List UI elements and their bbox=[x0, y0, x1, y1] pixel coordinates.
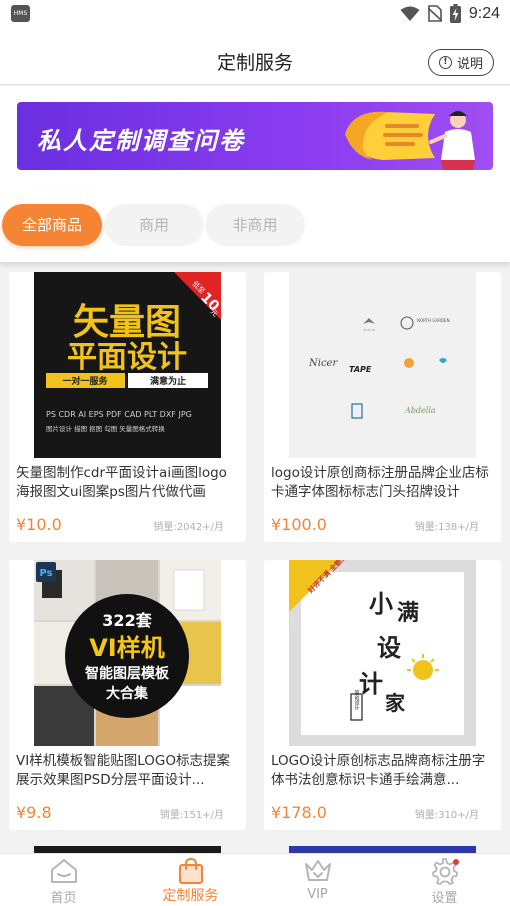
sample-logo-north: NORTH GARDEN bbox=[417, 318, 450, 323]
seal-stamp: 原创设计 bbox=[354, 690, 360, 711]
product-card[interactable]: ~~~ NORTH GARDEN Nicer TAPE Abdella logo… bbox=[264, 272, 501, 542]
tab-vip-label: VIP bbox=[307, 887, 328, 902]
help-button[interactable]: ! 说明 bbox=[428, 49, 494, 76]
product-image: 好评不满 全额退款 小 满 设 计 家 原创设计 bbox=[289, 560, 476, 746]
bottom-tab-bar: 首页 定制服务 VIP 设置 bbox=[0, 853, 510, 906]
vi-mockup-thumb: Ps 322套 VI样机 智能图层模板 大合集 bbox=[34, 560, 221, 746]
thumb-line1: 322套 bbox=[102, 611, 152, 630]
settings-gear-icon bbox=[431, 858, 459, 885]
banner-section: 私人定制调查问卷 bbox=[0, 86, 510, 186]
thumb-services: 图片设计 描图 抠图 勾图 矢量图格式转换 bbox=[46, 424, 165, 433]
exclamation-circle-icon: ! bbox=[438, 56, 452, 69]
vector-design-thumb: 低至 10 元 矢量图 平面设计 一对一服务 满意为止 PS CDR AI EP… bbox=[34, 272, 221, 458]
product-sales: 销量:151+/月 bbox=[159, 810, 224, 821]
calligraphy-char: 家 bbox=[385, 691, 406, 715]
tab-home[interactable]: 首页 bbox=[0, 854, 127, 906]
product-image: 低至 10 元 矢量图 平面设计 一对一服务 满意为止 PS CDR AI EP… bbox=[34, 272, 221, 458]
product-title: LOGO设计原创标志品牌商标注册字体书法创意标识卡通手绘满意... bbox=[271, 753, 486, 788]
tab-vip[interactable]: VIP bbox=[254, 854, 381, 906]
calligraphy-char: 设 bbox=[377, 633, 401, 662]
product-price: ¥178.0 bbox=[271, 803, 327, 822]
product-price: ¥100.0 bbox=[271, 515, 327, 534]
tab-settings-label: 设置 bbox=[431, 891, 458, 906]
calligraphy-char: 满 bbox=[397, 600, 419, 626]
product-card[interactable]: 好评不满 全额退款 小 满 设 计 家 原创设计 LOGO设计原创标志品牌商标注… bbox=[264, 560, 501, 830]
product-image: ~~~ NORTH GARDEN Nicer TAPE Abdella bbox=[289, 272, 476, 458]
product-card[interactable]: Ps 322套 VI样机 智能图层模板 大合集 VI样机模板智能贴图LOGO标志… bbox=[9, 560, 246, 830]
sample-logo-tape: TAPE bbox=[349, 365, 372, 374]
survey-scroll-illustration bbox=[345, 111, 475, 170]
product-price: ¥10.0 bbox=[16, 515, 62, 534]
shopping-bag-icon bbox=[178, 858, 203, 884]
title-bar: 定制服务 ! 说明 bbox=[0, 30, 510, 85]
tab-settings[interactable]: 设置 bbox=[381, 854, 508, 906]
tab-custom-service[interactable]: 定制服务 bbox=[127, 854, 254, 906]
wifi-icon bbox=[400, 6, 420, 21]
svg-text:~~~: ~~~ bbox=[363, 328, 376, 334]
battery-charging-icon bbox=[449, 4, 461, 23]
product-price: ¥9.8 bbox=[16, 803, 52, 822]
filter-bar: 全部商品 商用 非商用 bbox=[0, 186, 510, 262]
no-sim-icon bbox=[427, 5, 442, 22]
calligraphy-logo-thumb: 好评不满 全额退款 小 满 设 计 家 原创设计 bbox=[289, 560, 476, 746]
banner-title: 私人定制调查问卷 bbox=[37, 127, 245, 155]
filter-commercial[interactable]: 商用 bbox=[104, 204, 204, 246]
tab-home-label: 首页 bbox=[50, 891, 77, 906]
logo-samples-thumb: ~~~ NORTH GARDEN Nicer TAPE Abdella bbox=[289, 272, 476, 458]
thumb-formats: PS CDR AI EPS PDF CAD PLT DXF JPG bbox=[46, 410, 192, 419]
product-card[interactable]: 低至 10 元 矢量图 平面设计 一对一服务 满意为止 PS CDR AI EP… bbox=[9, 272, 246, 542]
status-time: 9:24 bbox=[468, 4, 500, 22]
status-bar: HMS 9:24 bbox=[0, 0, 510, 30]
product-sales: 销量:2042+/月 bbox=[153, 522, 224, 533]
thumb-tag-right: 满意为止 bbox=[150, 375, 186, 387]
filter-all-products[interactable]: 全部商品 bbox=[2, 204, 102, 246]
tab-custom-service-label: 定制服务 bbox=[162, 888, 219, 904]
filter-non-commercial[interactable]: 非商用 bbox=[205, 204, 305, 246]
calligraphy-char: 计 bbox=[359, 669, 383, 698]
product-image: Ps 322套 VI样机 智能图层模板 大合集 bbox=[34, 560, 221, 746]
product-sales: 销量:138+/月 bbox=[414, 522, 479, 533]
thumb-line2: 平面设计 bbox=[67, 340, 187, 375]
hms-badge-icon: HMS bbox=[11, 5, 30, 22]
photoshop-icon: Ps bbox=[39, 568, 52, 579]
thumb-tag-left: 一对一服务 bbox=[62, 375, 108, 387]
product-sales: 销量:310+/月 bbox=[414, 810, 479, 821]
status-icons: 9:24 bbox=[400, 4, 500, 23]
survey-banner[interactable]: 私人定制调查问卷 bbox=[17, 102, 493, 170]
thumb-line4: 大合集 bbox=[106, 685, 149, 702]
thumb-line1: 矢量图 bbox=[73, 302, 181, 343]
calligraphy-char: 小 bbox=[369, 589, 393, 618]
product-title: VI样机模板智能贴图LOGO标志提案展示效果图PSD分层平面设计... bbox=[16, 753, 230, 788]
home-icon bbox=[50, 859, 77, 883]
thumb-line2: VI样机 bbox=[89, 634, 165, 662]
thumb-line3: 智能图层模板 bbox=[84, 665, 170, 682]
sample-logo-signature: Abdella bbox=[404, 406, 436, 415]
product-title: 矢量图制作cdr平面设计ai画图logo海报图文ui图案ps图片代做代画 bbox=[16, 465, 227, 500]
vip-crown-icon bbox=[304, 860, 331, 881]
help-button-label: 说明 bbox=[456, 57, 483, 72]
product-title: logo设计原创商标注册品牌企业店标卡通字体图标标志门头招牌设计 bbox=[271, 465, 489, 500]
notification-dot bbox=[452, 859, 459, 865]
sample-logo-nicer: Nicer bbox=[308, 358, 338, 369]
